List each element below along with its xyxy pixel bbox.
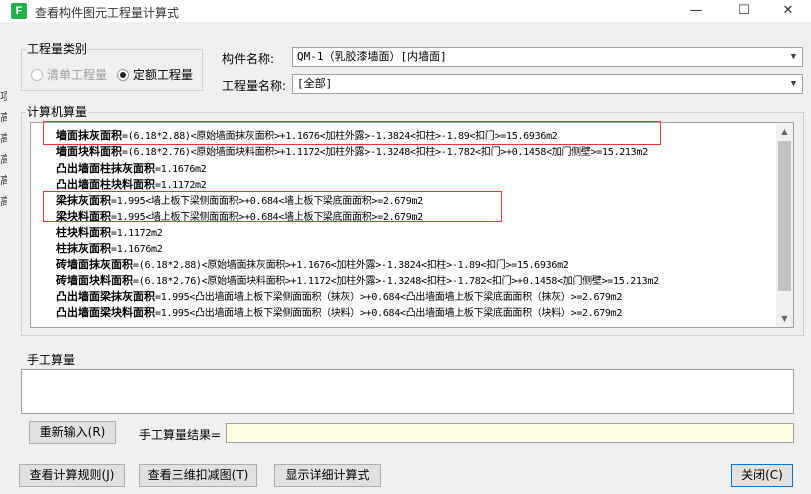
close-button[interactable]: 关闭(C) [731,464,793,487]
manual-calc-input[interactable] [21,369,794,414]
view-rules-button[interactable]: 查看计算规则(J) [19,464,125,487]
close-window-button[interactable]: ✕ [765,0,811,22]
edge-text: 高 [0,153,7,166]
formula-line: 砖墙面抹灰面积=(6.18*2.88)<原始墙面抹灰面积>+1.1676<加柱外… [56,258,569,271]
radio-dot-selected [117,68,129,81]
edge-text: 高 [0,132,7,145]
maximize-button[interactable]: ☐ [721,0,767,22]
component-name-value: QM-1（乳胶漆墙面）[内墙面] [297,50,447,63]
scroll-down-icon[interactable]: ▼ [776,310,793,327]
formula-line: 柱抹灰面积=1.1676m2 [56,242,163,255]
edge-text: 项 [0,90,7,103]
app-icon: F [11,3,27,19]
formula-line: 凸出墙面柱块料面积=1.1172m2 [56,178,207,191]
window-title: 查看构件图元工程量计算式 [35,6,180,20]
computer-calc-label: 计算机算量 [26,103,89,120]
radio-quota-quantity[interactable]: 定额工程量 [117,66,193,83]
radio-dot [31,68,43,81]
quantity-name-label: 工程量名称: [222,79,287,93]
formula-line: 凸出墙面柱抹灰面积=1.1676m2 [56,162,207,175]
minimize-button[interactable]: — [673,0,719,22]
view-3d-deduction-button[interactable]: 查看三维扣减图(T) [139,464,257,487]
highlight-box-wall-plaster [43,121,661,145]
manual-result-label: 手工算量结果= [139,428,222,442]
radio-bill-quantity: 清单工程量 [31,66,107,83]
quantity-name-select[interactable]: [全部] ▼ [292,74,803,94]
scroll-up-icon[interactable]: ▲ [776,123,793,140]
title-bar: F 查看构件图元工程量计算式 — ☐ ✕ [0,0,811,22]
radio-label: 清单工程量 [47,68,108,82]
quantity-type-label: 工程量类别 [26,40,89,57]
quantity-name-value: [全部] [297,77,333,90]
component-name-select[interactable]: QM-1（乳胶漆墙面）[内墙面] ▼ [292,47,803,67]
edge-text: 高 [0,111,7,124]
vertical-scrollbar[interactable]: ▲ ▼ [776,123,793,327]
calc-formula-box[interactable]: 墙面抹灰面积=(6.18*2.88)<原始墙面抹灰面积>+1.1676<加柱外露… [30,122,794,328]
show-detail-formula-button[interactable]: 显示详细计算式 [274,464,381,487]
highlight-box-beam-area [43,191,502,222]
manual-result-field[interactable] [226,423,794,443]
chevron-down-icon: ▼ [790,79,797,89]
edge-text: 高 [0,174,7,187]
reinput-button[interactable]: 重新输入(R) [29,421,116,444]
formula-line: 柱块料面积=1.1172m2 [56,226,163,239]
background-window-edge: 项 高 高 高 高 高 [0,88,7,208]
edge-text: 高 [0,195,7,208]
formula-line: 墙面块料面积=(6.18*2.76)<原始墙面块料面积>+1.1172<加柱外露… [56,145,648,158]
manual-calc-label: 手工算量 [26,351,77,368]
formula-line: 凸出墙面梁抹灰面积=1.995<凸出墙面墙上板下梁侧面面积（抹灰）>+0.684… [56,290,623,303]
formula-line: 凸出墙面梁块料面积=1.995<凸出墙面墙上板下梁侧面面积（块料）>+0.684… [56,306,623,319]
chevron-down-icon: ▼ [790,52,797,62]
scroll-thumb[interactable] [778,141,791,291]
radio-label: 定额工程量 [133,68,194,82]
formula-line: 砖墙面块料面积=(6.18*2.76)<原始墙面块料面积>+1.1172<加柱外… [56,274,659,287]
component-name-label: 构件名称: [222,52,275,66]
